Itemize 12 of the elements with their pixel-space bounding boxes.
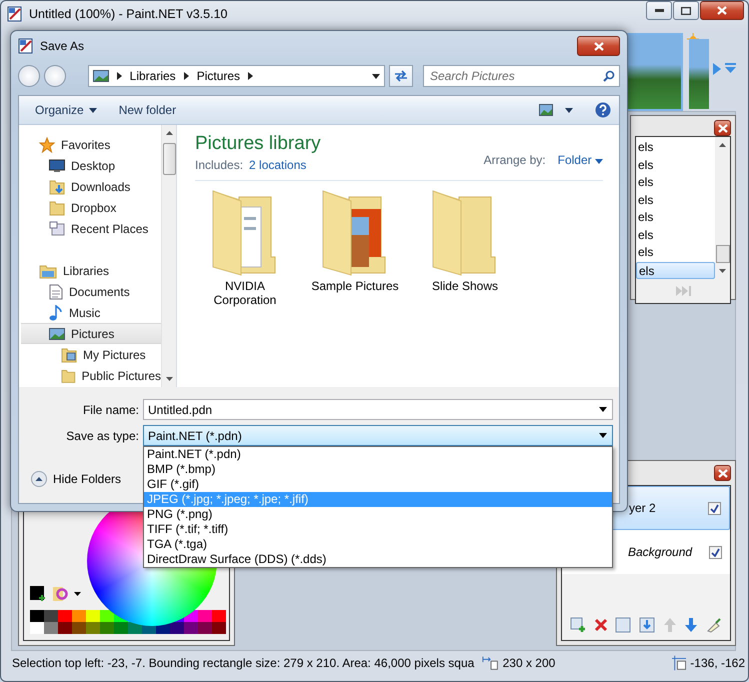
image-size: 230 x 200 xyxy=(502,656,556,670)
field-label: Save as type: xyxy=(65,428,139,442)
selection-info: Selection top left: -23, -7. Bounding rectangle size: 279 x 210. Area: 46,000 pixels squa xyxy=(12,656,474,670)
arrange-label: Arrange by: xyxy=(484,152,546,166)
field-label: File name: xyxy=(82,402,139,416)
cursor-position: -136, -162 xyxy=(690,656,745,670)
layer-name: yer 2 xyxy=(629,501,657,515)
library-title: Pictures library xyxy=(195,133,321,155)
includes-label: Includes: xyxy=(195,158,244,172)
window-title: Untitled (100%) - Paint.NET v3.5.10 xyxy=(29,7,228,21)
dialog-title: Save As xyxy=(40,39,86,53)
layer-name: Background xyxy=(628,545,694,559)
